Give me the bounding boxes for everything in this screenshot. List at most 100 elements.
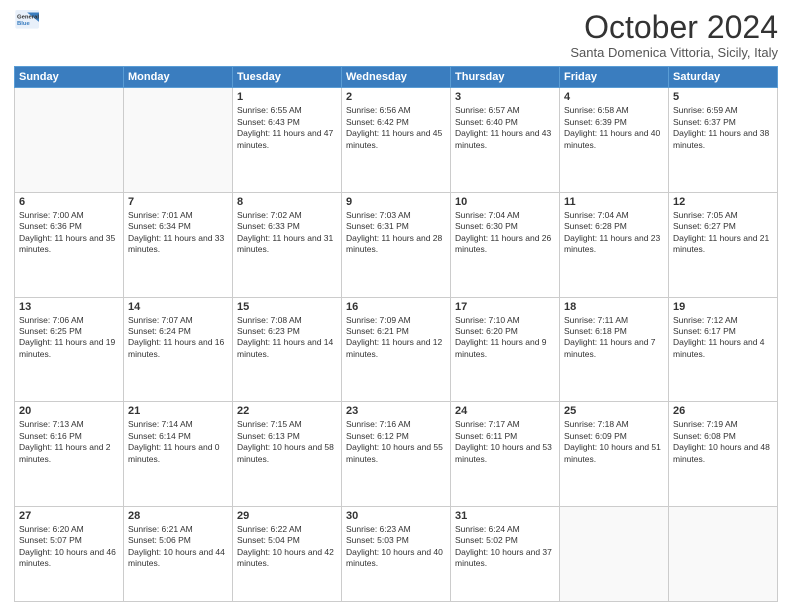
calendar-cell: 28Sunrise: 6:21 AM Sunset: 5:06 PM Dayli… [124,506,233,601]
day-number: 8 [237,196,337,208]
day-info: Sunrise: 7:12 AM Sunset: 6:17 PM Dayligh… [673,315,773,361]
day-info: Sunrise: 7:04 AM Sunset: 6:28 PM Dayligh… [564,210,664,256]
day-number: 22 [237,405,337,417]
day-number: 30 [346,510,446,522]
day-info: Sunrise: 7:05 AM Sunset: 6:27 PM Dayligh… [673,210,773,256]
header: General Blue October 2024 Santa Domenica… [14,10,778,60]
day-info: Sunrise: 6:20 AM Sunset: 5:07 PM Dayligh… [19,524,119,570]
calendar-cell: 3Sunrise: 6:57 AM Sunset: 6:40 PM Daylig… [451,88,560,193]
calendar-cell: 23Sunrise: 7:16 AM Sunset: 6:12 PM Dayli… [342,402,451,507]
calendar-page: General Blue October 2024 Santa Domenica… [0,0,792,612]
calendar-cell: 31Sunrise: 6:24 AM Sunset: 5:02 PM Dayli… [451,506,560,601]
title-block: October 2024 Santa Domenica Vittoria, Si… [570,10,778,60]
day-number: 14 [128,301,228,313]
calendar-subtitle: Santa Domenica Vittoria, Sicily, Italy [570,45,778,60]
day-info: Sunrise: 7:03 AM Sunset: 6:31 PM Dayligh… [346,210,446,256]
day-info: Sunrise: 7:16 AM Sunset: 6:12 PM Dayligh… [346,419,446,465]
day-info: Sunrise: 7:06 AM Sunset: 6:25 PM Dayligh… [19,315,119,361]
weekday-header-wednesday: Wednesday [342,67,451,88]
day-info: Sunrise: 7:17 AM Sunset: 6:11 PM Dayligh… [455,419,555,465]
calendar-cell: 5 Sunrise: 6:59 AM Sunset: 6:37 PM Daylig… [669,88,778,193]
day-number: 17 [455,301,555,313]
day-number: 20 [19,405,119,417]
calendar-cell: 6Sunrise: 7:00 AM Sunset: 6:36 PM Daylig… [15,192,124,297]
weekday-header-tuesday: Tuesday [233,67,342,88]
calendar-cell: 7 Sunrise: 7:01 AM Sunset: 6:34 PM Daylig… [124,192,233,297]
day-number: 18 [564,301,664,313]
logo: General Blue [14,10,42,32]
day-number: 9 [346,196,446,208]
calendar-week-row: 13Sunrise: 7:06 AM Sunset: 6:25 PM Dayli… [15,297,778,402]
day-number: 5 [673,91,773,103]
calendar-week-row: 20 Sunrise: 7:13 AM Sunset: 6:16 PM Dayli… [15,402,778,507]
day-number: 3 [455,91,555,103]
calendar-cell: 15 Sunrise: 7:08 AM Sunset: 6:23 PM Dayli… [233,297,342,402]
day-number: 29 [237,510,337,522]
calendar-cell: 21 Sunrise: 7:14 AM Sunset: 6:14 PM Dayli… [124,402,233,507]
calendar-cell [124,88,233,193]
calendar-table: SundayMondayTuesdayWednesdayThursdayFrid… [14,66,778,602]
calendar-cell: 4 Sunrise: 6:58 AM Sunset: 6:39 PM Daylig… [560,88,669,193]
calendar-cell: 20 Sunrise: 7:13 AM Sunset: 6:16 PM Dayli… [15,402,124,507]
calendar-cell: 27 Sunrise: 6:20 AM Sunset: 5:07 PM Dayli… [15,506,124,601]
calendar-cell: 25Sunrise: 7:18 AM Sunset: 6:09 PM Dayli… [560,402,669,507]
day-info: Sunrise: 7:15 AM Sunset: 6:13 PM Dayligh… [237,419,337,465]
calendar-cell: 19 Sunrise: 7:12 AM Sunset: 6:17 PM Dayli… [669,297,778,402]
day-number: 7 [128,196,228,208]
day-info: Sunrise: 7:01 AM Sunset: 6:34 PM Dayligh… [128,210,228,256]
weekday-header-friday: Friday [560,67,669,88]
day-info: Sunrise: 7:08 AM Sunset: 6:23 PM Dayligh… [237,315,337,361]
day-number: 27 [19,510,119,522]
day-number: 26 [673,405,773,417]
day-number: 24 [455,405,555,417]
day-info: Sunrise: 6:58 AM Sunset: 6:39 PM Dayligh… [564,105,664,151]
day-info: Sunrise: 7:14 AM Sunset: 6:14 PM Dayligh… [128,419,228,465]
day-number: 19 [673,301,773,313]
calendar-cell: 13Sunrise: 7:06 AM Sunset: 6:25 PM Dayli… [15,297,124,402]
calendar-cell: 22 Sunrise: 7:15 AM Sunset: 6:13 PM Dayli… [233,402,342,507]
calendar-cell: 16 Sunrise: 7:09 AM Sunset: 6:21 PM Dayli… [342,297,451,402]
calendar-cell: 10 Sunrise: 7:04 AM Sunset: 6:30 PM Dayli… [451,192,560,297]
calendar-cell: 29Sunrise: 6:22 AM Sunset: 5:04 PM Dayli… [233,506,342,601]
day-number: 4 [564,91,664,103]
calendar-title: October 2024 [570,10,778,45]
calendar-cell: 14 Sunrise: 7:07 AM Sunset: 6:24 PM Dayli… [124,297,233,402]
day-number: 10 [455,196,555,208]
calendar-cell: 17 Sunrise: 7:10 AM Sunset: 6:20 PM Dayli… [451,297,560,402]
calendar-cell: 1Sunrise: 6:55 AM Sunset: 6:43 PM Daylig… [233,88,342,193]
weekday-header-row: SundayMondayTuesdayWednesdayThursdayFrid… [15,67,778,88]
svg-text:General: General [17,14,39,20]
calendar-cell: 26 Sunrise: 7:19 AM Sunset: 6:08 PM Dayli… [669,402,778,507]
day-info: Sunrise: 7:07 AM Sunset: 6:24 PM Dayligh… [128,315,228,361]
day-number: 31 [455,510,555,522]
calendar-cell: 11 Sunrise: 7:04 AM Sunset: 6:28 PM Dayli… [560,192,669,297]
svg-text:Blue: Blue [17,21,31,27]
day-info: Sunrise: 7:11 AM Sunset: 6:18 PM Dayligh… [564,315,664,361]
day-info: Sunrise: 7:09 AM Sunset: 6:21 PM Dayligh… [346,315,446,361]
day-info: Sunrise: 7:10 AM Sunset: 6:20 PM Dayligh… [455,315,555,361]
day-number: 11 [564,196,664,208]
day-number: 21 [128,405,228,417]
day-info: Sunrise: 6:59 AM Sunset: 6:37 PM Dayligh… [673,105,773,151]
calendar-week-row: 1Sunrise: 6:55 AM Sunset: 6:43 PM Daylig… [15,88,778,193]
day-info: Sunrise: 6:56 AM Sunset: 6:42 PM Dayligh… [346,105,446,151]
day-info: Sunrise: 7:04 AM Sunset: 6:30 PM Dayligh… [455,210,555,256]
calendar-cell [15,88,124,193]
calendar-week-row: 6Sunrise: 7:00 AM Sunset: 6:36 PM Daylig… [15,192,778,297]
day-info: Sunrise: 7:19 AM Sunset: 6:08 PM Dayligh… [673,419,773,465]
day-info: Sunrise: 6:55 AM Sunset: 6:43 PM Dayligh… [237,105,337,151]
day-info: Sunrise: 7:13 AM Sunset: 6:16 PM Dayligh… [19,419,119,465]
calendar-cell: 2Sunrise: 6:56 AM Sunset: 6:42 PM Daylig… [342,88,451,193]
calendar-cell: 24 Sunrise: 7:17 AM Sunset: 6:11 PM Dayli… [451,402,560,507]
day-number: 15 [237,301,337,313]
calendar-cell [669,506,778,601]
day-number: 16 [346,301,446,313]
logo-icon: General Blue [14,10,42,32]
weekday-header-sunday: Sunday [15,67,124,88]
calendar-cell: 9 Sunrise: 7:03 AM Sunset: 6:31 PM Daylig… [342,192,451,297]
day-number: 28 [128,510,228,522]
calendar-cell [560,506,669,601]
day-number: 25 [564,405,664,417]
weekday-header-monday: Monday [124,67,233,88]
calendar-cell: 30Sunrise: 6:23 AM Sunset: 5:03 PM Dayli… [342,506,451,601]
